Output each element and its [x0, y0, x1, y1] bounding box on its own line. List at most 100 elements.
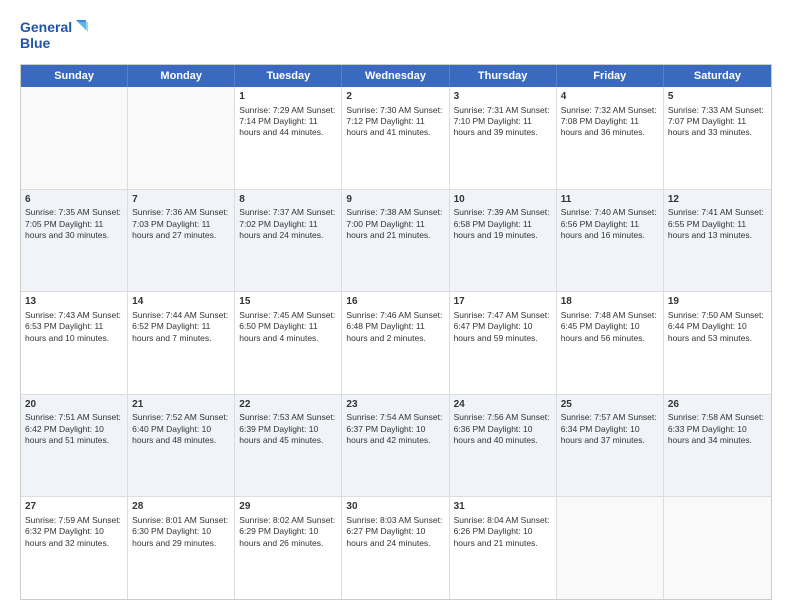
day-number: 15: [239, 295, 337, 309]
cal-cell: 15Sunrise: 7:45 AM Sunset: 6:50 PM Dayli…: [235, 292, 342, 394]
cal-header-wednesday: Wednesday: [342, 65, 449, 87]
cal-cell: 9Sunrise: 7:38 AM Sunset: 7:00 PM Daylig…: [342, 190, 449, 292]
page-header: General Blue: [20, 16, 772, 54]
cal-cell: 23Sunrise: 7:54 AM Sunset: 6:37 PM Dayli…: [342, 395, 449, 497]
day-number: 27: [25, 500, 123, 514]
day-number: 7: [132, 193, 230, 207]
calendar-header: SundayMondayTuesdayWednesdayThursdayFrid…: [21, 65, 771, 87]
cal-cell: 20Sunrise: 7:51 AM Sunset: 6:42 PM Dayli…: [21, 395, 128, 497]
day-number: 9: [346, 193, 444, 207]
day-number: 2: [346, 90, 444, 104]
cal-cell: 29Sunrise: 8:02 AM Sunset: 6:29 PM Dayli…: [235, 497, 342, 599]
day-number: 13: [25, 295, 123, 309]
day-info: Sunrise: 7:45 AM Sunset: 6:50 PM Dayligh…: [239, 310, 337, 344]
day-info: Sunrise: 7:56 AM Sunset: 6:36 PM Dayligh…: [454, 412, 552, 446]
day-number: 17: [454, 295, 552, 309]
cal-cell: [128, 87, 235, 189]
cal-cell: 31Sunrise: 8:04 AM Sunset: 6:26 PM Dayli…: [450, 497, 557, 599]
day-number: 6: [25, 193, 123, 207]
cal-cell: 4Sunrise: 7:32 AM Sunset: 7:08 PM Daylig…: [557, 87, 664, 189]
day-number: 23: [346, 398, 444, 412]
day-number: 16: [346, 295, 444, 309]
cal-cell: 5Sunrise: 7:33 AM Sunset: 7:07 PM Daylig…: [664, 87, 771, 189]
cal-cell: 27Sunrise: 7:59 AM Sunset: 6:32 PM Dayli…: [21, 497, 128, 599]
day-number: 10: [454, 193, 552, 207]
day-number: 22: [239, 398, 337, 412]
day-info: Sunrise: 7:53 AM Sunset: 6:39 PM Dayligh…: [239, 412, 337, 446]
day-number: 8: [239, 193, 337, 207]
day-info: Sunrise: 8:03 AM Sunset: 6:27 PM Dayligh…: [346, 515, 444, 549]
day-info: Sunrise: 7:39 AM Sunset: 6:58 PM Dayligh…: [454, 207, 552, 241]
day-info: Sunrise: 7:29 AM Sunset: 7:14 PM Dayligh…: [239, 105, 337, 139]
cal-header-friday: Friday: [557, 65, 664, 87]
cal-cell: 26Sunrise: 7:58 AM Sunset: 6:33 PM Dayli…: [664, 395, 771, 497]
cal-cell: [664, 497, 771, 599]
logo: General Blue: [20, 16, 90, 54]
day-number: 19: [668, 295, 767, 309]
cal-header-tuesday: Tuesday: [235, 65, 342, 87]
day-info: Sunrise: 7:46 AM Sunset: 6:48 PM Dayligh…: [346, 310, 444, 344]
cal-header-monday: Monday: [128, 65, 235, 87]
cal-header-sunday: Sunday: [21, 65, 128, 87]
cal-cell: 12Sunrise: 7:41 AM Sunset: 6:55 PM Dayli…: [664, 190, 771, 292]
logo-icon: General Blue: [20, 16, 90, 54]
day-number: 5: [668, 90, 767, 104]
day-number: 3: [454, 90, 552, 104]
cal-cell: 2Sunrise: 7:30 AM Sunset: 7:12 PM Daylig…: [342, 87, 449, 189]
cal-week-5: 27Sunrise: 7:59 AM Sunset: 6:32 PM Dayli…: [21, 497, 771, 599]
day-info: Sunrise: 7:57 AM Sunset: 6:34 PM Dayligh…: [561, 412, 659, 446]
day-number: 11: [561, 193, 659, 207]
calendar-body: 1Sunrise: 7:29 AM Sunset: 7:14 PM Daylig…: [21, 87, 771, 599]
day-number: 25: [561, 398, 659, 412]
day-info: Sunrise: 7:40 AM Sunset: 6:56 PM Dayligh…: [561, 207, 659, 241]
cal-cell: 16Sunrise: 7:46 AM Sunset: 6:48 PM Dayli…: [342, 292, 449, 394]
day-info: Sunrise: 7:50 AM Sunset: 6:44 PM Dayligh…: [668, 310, 767, 344]
day-info: Sunrise: 7:58 AM Sunset: 6:33 PM Dayligh…: [668, 412, 767, 446]
day-info: Sunrise: 7:30 AM Sunset: 7:12 PM Dayligh…: [346, 105, 444, 139]
day-info: Sunrise: 7:37 AM Sunset: 7:02 PM Dayligh…: [239, 207, 337, 241]
day-info: Sunrise: 7:32 AM Sunset: 7:08 PM Dayligh…: [561, 105, 659, 139]
cal-cell: 1Sunrise: 7:29 AM Sunset: 7:14 PM Daylig…: [235, 87, 342, 189]
cal-cell: 14Sunrise: 7:44 AM Sunset: 6:52 PM Dayli…: [128, 292, 235, 394]
day-number: 12: [668, 193, 767, 207]
day-number: 4: [561, 90, 659, 104]
cal-cell: 28Sunrise: 8:01 AM Sunset: 6:30 PM Dayli…: [128, 497, 235, 599]
svg-text:General: General: [20, 19, 72, 35]
cal-week-4: 20Sunrise: 7:51 AM Sunset: 6:42 PM Dayli…: [21, 395, 771, 498]
calendar: SundayMondayTuesdayWednesdayThursdayFrid…: [20, 64, 772, 600]
day-info: Sunrise: 7:54 AM Sunset: 6:37 PM Dayligh…: [346, 412, 444, 446]
svg-text:Blue: Blue: [20, 35, 51, 51]
cal-cell: [557, 497, 664, 599]
cal-week-2: 6Sunrise: 7:35 AM Sunset: 7:05 PM Daylig…: [21, 190, 771, 293]
day-info: Sunrise: 7:44 AM Sunset: 6:52 PM Dayligh…: [132, 310, 230, 344]
day-info: Sunrise: 7:43 AM Sunset: 6:53 PM Dayligh…: [25, 310, 123, 344]
day-number: 1: [239, 90, 337, 104]
cal-cell: 17Sunrise: 7:47 AM Sunset: 6:47 PM Dayli…: [450, 292, 557, 394]
day-info: Sunrise: 7:33 AM Sunset: 7:07 PM Dayligh…: [668, 105, 767, 139]
day-info: Sunrise: 7:51 AM Sunset: 6:42 PM Dayligh…: [25, 412, 123, 446]
day-number: 26: [668, 398, 767, 412]
cal-cell: 24Sunrise: 7:56 AM Sunset: 6:36 PM Dayli…: [450, 395, 557, 497]
day-number: 18: [561, 295, 659, 309]
cal-cell: 30Sunrise: 8:03 AM Sunset: 6:27 PM Dayli…: [342, 497, 449, 599]
day-number: 21: [132, 398, 230, 412]
day-number: 31: [454, 500, 552, 514]
cal-cell: 11Sunrise: 7:40 AM Sunset: 6:56 PM Dayli…: [557, 190, 664, 292]
day-info: Sunrise: 7:31 AM Sunset: 7:10 PM Dayligh…: [454, 105, 552, 139]
cal-cell: 10Sunrise: 7:39 AM Sunset: 6:58 PM Dayli…: [450, 190, 557, 292]
cal-header-thursday: Thursday: [450, 65, 557, 87]
cal-cell: 13Sunrise: 7:43 AM Sunset: 6:53 PM Dayli…: [21, 292, 128, 394]
cal-cell: 21Sunrise: 7:52 AM Sunset: 6:40 PM Dayli…: [128, 395, 235, 497]
cal-cell: 18Sunrise: 7:48 AM Sunset: 6:45 PM Dayli…: [557, 292, 664, 394]
cal-cell: 6Sunrise: 7:35 AM Sunset: 7:05 PM Daylig…: [21, 190, 128, 292]
day-info: Sunrise: 7:35 AM Sunset: 7:05 PM Dayligh…: [25, 207, 123, 241]
day-info: Sunrise: 7:47 AM Sunset: 6:47 PM Dayligh…: [454, 310, 552, 344]
day-info: Sunrise: 7:38 AM Sunset: 7:00 PM Dayligh…: [346, 207, 444, 241]
day-info: Sunrise: 7:36 AM Sunset: 7:03 PM Dayligh…: [132, 207, 230, 241]
day-number: 30: [346, 500, 444, 514]
cal-week-1: 1Sunrise: 7:29 AM Sunset: 7:14 PM Daylig…: [21, 87, 771, 190]
day-number: 14: [132, 295, 230, 309]
cal-cell: 8Sunrise: 7:37 AM Sunset: 7:02 PM Daylig…: [235, 190, 342, 292]
day-number: 28: [132, 500, 230, 514]
day-info: Sunrise: 7:52 AM Sunset: 6:40 PM Dayligh…: [132, 412, 230, 446]
